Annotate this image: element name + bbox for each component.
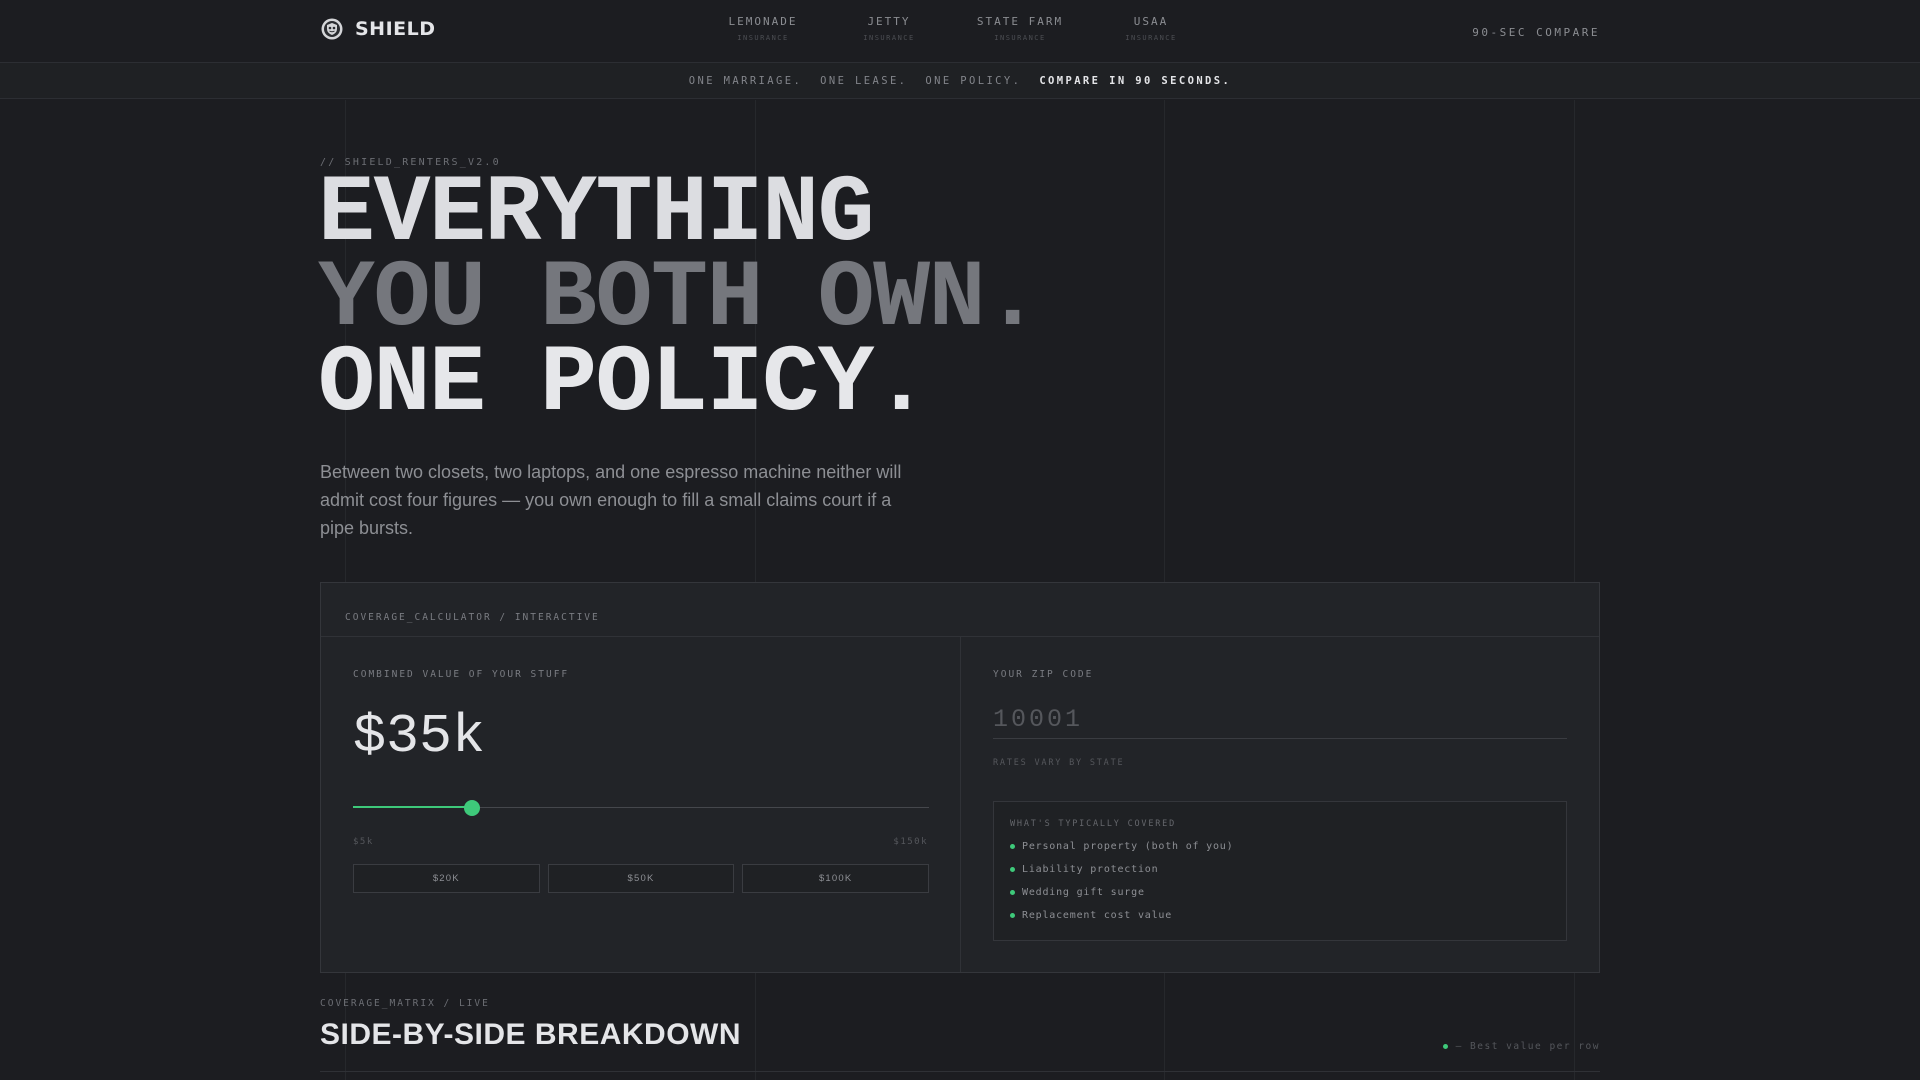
value-label: COMBINED VALUE OF YOUR STUFF bbox=[353, 669, 570, 680]
covered-item-label: Wedding gift surge bbox=[1022, 887, 1145, 898]
covered-item: Wedding gift surge bbox=[1010, 881, 1550, 904]
coverage-calculator: COVERAGE_CALCULATOR / INTERACTIVE COMBIN… bbox=[320, 582, 1600, 973]
shield-logo-icon bbox=[321, 18, 343, 40]
slider-thumb[interactable] bbox=[464, 800, 481, 816]
divider bbox=[320, 1071, 1600, 1072]
provider-name: STATE FARM bbox=[976, 15, 1064, 28]
zip-input[interactable] bbox=[993, 701, 1567, 739]
matrix-eyebrow: COVERAGE_MATRIX / LIVE bbox=[320, 998, 490, 1009]
zip-label: YOUR ZIP CODE bbox=[993, 669, 1094, 680]
preset-100k-button[interactable]: $100K bbox=[742, 864, 930, 893]
provider-state-farm[interactable]: STATE FARM INSURANCE bbox=[952, 15, 1088, 42]
tagline-part: ONE MARRIAGE. bbox=[688, 74, 803, 87]
covered-item-label: Liability protection bbox=[1022, 864, 1159, 875]
provider-sub: INSURANCE bbox=[1125, 34, 1177, 42]
provider-name: USAA bbox=[1133, 15, 1169, 28]
best-value-dot-icon bbox=[1442, 1044, 1448, 1049]
covered-item: Liability protection bbox=[1010, 858, 1550, 881]
provider-jetty[interactable]: JETTY INSURANCE bbox=[826, 15, 952, 42]
provider-sub: INSURANCE bbox=[994, 34, 1046, 42]
hero-intro: Between two closets, two laptops, and on… bbox=[320, 462, 902, 538]
preset-buttons: $20K $50K $100K bbox=[353, 864, 930, 893]
check-dot-icon bbox=[1010, 913, 1015, 918]
zip-panel: YOUR ZIP CODE RATES VARY BY STATE WHAT'S… bbox=[961, 637, 1599, 972]
value-panel: COMBINED VALUE OF YOUR STUFF $35k $5k $1… bbox=[321, 637, 961, 972]
matrix-title: SIDE-BY-SIDE BREAKDOWN bbox=[320, 1018, 742, 1051]
tagline-bar: ONE MARRIAGE. ONE LEASE. ONE POLICY. COM… bbox=[0, 63, 1920, 99]
brand-name: SHIELD bbox=[355, 18, 436, 40]
covered-item: Replacement cost value bbox=[1010, 904, 1550, 927]
provider-name: LEMONADE bbox=[728, 15, 798, 28]
provider-name: JETTY bbox=[867, 15, 911, 28]
tagline-highlight: COMPARE IN 90 SECONDS. bbox=[1039, 74, 1232, 87]
value-display: $35k bbox=[353, 705, 486, 768]
hero-headline: EVERYTHING YOU BOTH OWN. ONE POLICY. bbox=[318, 167, 1041, 438]
slider-fill bbox=[353, 806, 473, 808]
provider-nav: LEMONADE INSURANCE JETTY INSURANCE STATE… bbox=[700, 15, 1214, 42]
check-dot-icon bbox=[1010, 867, 1015, 872]
provider-sub: INSURANCE bbox=[863, 34, 915, 42]
check-dot-icon bbox=[1010, 844, 1015, 849]
provider-usaa[interactable]: USAA INSURANCE bbox=[1088, 15, 1214, 42]
tagline-part: ONE LEASE. bbox=[820, 74, 908, 87]
legend-label: — Best value per row bbox=[1455, 1041, 1600, 1052]
headline-line-3: ONE POLICY. bbox=[318, 330, 930, 438]
calculator-header: COVERAGE_CALCULATOR / INTERACTIVE bbox=[321, 583, 1599, 637]
range-max-label: $150k bbox=[893, 837, 928, 847]
brand-logo[interactable]: SHIELD bbox=[320, 17, 436, 41]
range-min-label: $5k bbox=[353, 837, 374, 847]
top-nav: SHIELD LEMONADE INSURANCE JETTY INSURANC… bbox=[0, 0, 1920, 63]
covered-item-label: Personal property (both of you) bbox=[1022, 841, 1234, 852]
tagline-part: ONE POLICY. bbox=[925, 74, 1022, 87]
covered-item: Personal property (both of you) bbox=[1010, 835, 1550, 858]
value-slider[interactable] bbox=[353, 800, 929, 816]
rates-note: RATES VARY BY STATE bbox=[993, 758, 1125, 768]
preset-20k-button[interactable]: $20K bbox=[353, 864, 540, 893]
covered-item-label: Replacement cost value bbox=[1022, 910, 1173, 921]
compare-link[interactable]: 90-SEC COMPARE bbox=[1472, 26, 1600, 39]
provider-sub: INSURANCE bbox=[737, 34, 789, 42]
preset-50k-button[interactable]: $50K bbox=[547, 864, 735, 893]
covered-box: WHAT'S TYPICALLY COVERED Personal proper… bbox=[993, 801, 1567, 941]
matrix-legend: — Best value per row bbox=[1442, 1041, 1600, 1052]
covered-title: WHAT'S TYPICALLY COVERED bbox=[1010, 819, 1177, 829]
check-dot-icon bbox=[1010, 890, 1015, 895]
provider-lemonade[interactable]: LEMONADE INSURANCE bbox=[700, 15, 826, 42]
